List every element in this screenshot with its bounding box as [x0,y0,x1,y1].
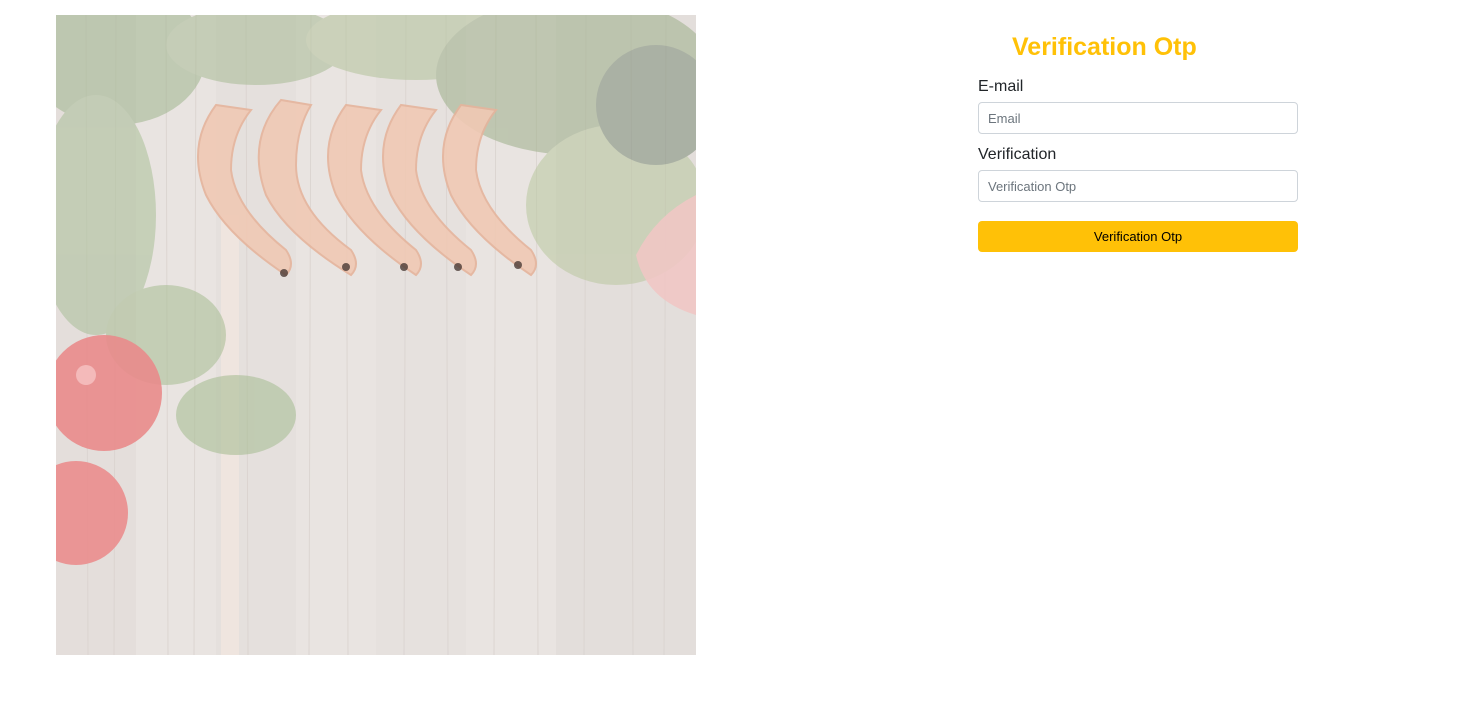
otp-verification-form: Verification Otp E-mail Verification Ver… [978,30,1298,252]
verification-otp-input[interactable] [978,170,1298,202]
food-photo-illustration [56,15,696,655]
hero-image [56,15,696,655]
email-input[interactable] [978,102,1298,134]
email-label: E-mail [978,78,1024,95]
form-title: Verification Otp [1012,33,1197,61]
verification-otp-button[interactable]: Verification Otp [978,221,1298,252]
verification-label: Verification [978,146,1057,163]
